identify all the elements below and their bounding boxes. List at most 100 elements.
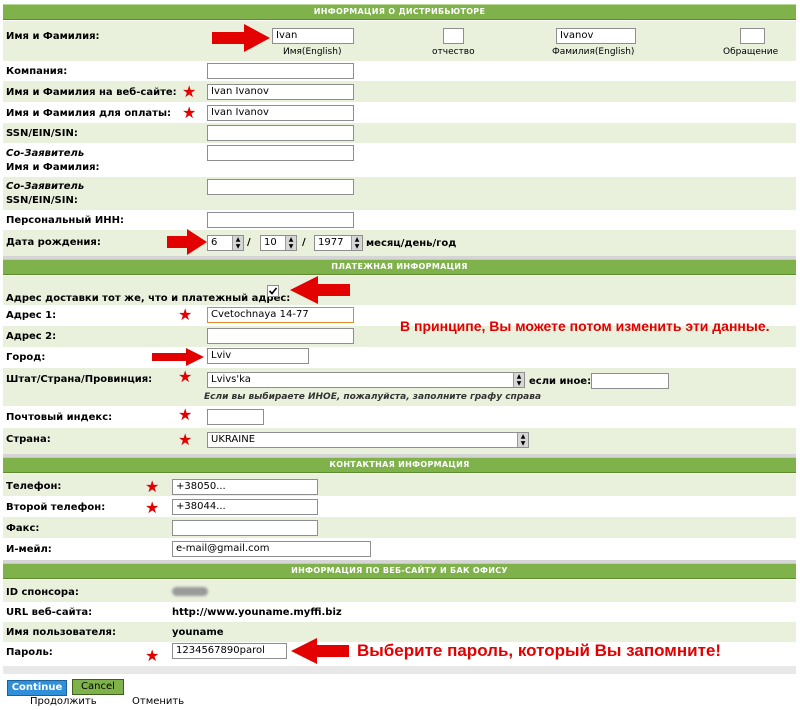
fax-label: Факс: [6,523,40,534]
red-arrow-right-icon [212,24,270,52]
dob-day-value: 10 [264,237,277,248]
registration-form: ИНФОРМАЦИЯ О ДИСТРИБЬЮТОРЕ Имя и Фамилия… [0,0,800,710]
row-coapp-ssn [3,177,796,210]
email-label: И-мейл: [6,544,52,555]
coapp-ssn-label-line2: SSN/EIN/SIN: [6,195,78,206]
required-star-icon: ★ [145,646,160,665]
last-name-sub-label: Фамилия(English) [552,47,635,57]
state-select[interactable]: Lvivs'ka ▲ ▼ [207,372,525,388]
last-name-input[interactable]: Ivanov [556,28,636,44]
country-value: UKRAINE [211,434,256,445]
fax-input[interactable] [172,520,318,536]
coapp-ssn-label-line1: Со-Заявитель [6,181,85,192]
row-company [3,61,796,81]
city-input[interactable]: Lviv [207,348,309,364]
phone-input[interactable]: +38050... [172,479,318,495]
spinner-arrows-icon: ▲ ▼ [285,236,296,250]
zip-input[interactable] [207,409,264,425]
row-sponsor [3,580,796,602]
first-name-sub-label: Имя(English) [283,47,342,57]
password-input[interactable]: 1234567890parol [172,643,287,659]
checkmark-icon [268,287,278,295]
coapp-name-input[interactable] [207,145,354,161]
row-username [3,622,796,642]
address1-input[interactable]: Cvetochnaya 14-77 [207,307,354,323]
payment-name-input[interactable]: Ivan Ivanov [207,105,354,121]
title-sub-label: Обращение [723,47,779,57]
dob-label: Дата рождения: [6,237,101,248]
username-label: Имя пользователя: [6,627,116,638]
same-address-label: Адрес доставки тот же, что и платежный а… [6,293,291,304]
section-header-payment: ПЛАТЕЖНАЯ ИНФОРМАЦИЯ [3,259,796,275]
same-address-checkbox[interactable] [267,285,279,297]
country-select[interactable]: UKRAINE ▲ ▼ [207,432,529,448]
dob-month-value: 6 [211,237,218,248]
continue-button[interactable]: Continue [7,680,67,696]
phone2-label: Второй телефон: [6,502,106,513]
dob-separator: / [302,237,306,248]
red-arrow-right-icon [152,348,204,366]
name-label: Имя и Фамилия: [6,31,100,42]
row-ssn [3,123,796,143]
title-input[interactable] [740,28,765,44]
inn-input[interactable] [207,212,354,228]
coapp-name-label-line2: Имя и Фамилия: [6,162,100,173]
patronymic-sub-label: отчество [432,47,475,57]
red-arrow-left-icon [290,276,350,304]
spinner-arrows-icon: ▲ ▼ [232,236,243,250]
required-star-icon: ★ [182,103,197,122]
password-note: Выберите пароль, который Вы запомните! [357,641,722,660]
other-input[interactable] [591,373,669,389]
inn-label: Персональный ИНН: [6,215,124,226]
required-star-icon: ★ [178,367,193,386]
patronymic-input[interactable] [443,28,464,44]
phone2-input[interactable]: +38044... [172,499,318,515]
website-name-label: Имя и Фамилия на веб-сайте: [6,87,177,98]
state-value: Lvivs'ka [211,374,251,385]
dob-day-select[interactable]: 10 ▲ ▼ [260,235,297,251]
spinner-arrows-icon: ▲ ▼ [351,236,362,250]
required-star-icon: ★ [178,430,193,449]
sponsor-label: ID спонсора: [6,587,79,598]
zip-label: Почтовый индекс: [6,412,113,423]
dob-format-hint: месяц/день/год [366,238,457,249]
dob-year-select[interactable]: 1977 ▲ ▼ [314,235,363,251]
sponsor-id-blurred [172,587,208,596]
country-label: Страна: [6,434,51,445]
row-url [3,602,796,622]
row-name [3,21,796,61]
first-name-input[interactable]: Ivan [272,28,354,44]
ssn-label: SSN/EIN/SIN: [6,128,78,139]
address1-label: Адрес 1: [6,310,57,321]
email-input[interactable]: e-mail@gmail.com [172,541,371,557]
coapp-name-label-line1: Со-Заявитель [6,148,85,159]
company-label: Компания: [6,66,68,77]
required-star-icon: ★ [178,305,193,324]
required-star-icon: ★ [178,405,193,424]
required-star-icon: ★ [145,477,160,496]
url-label: URL веб-сайта: [6,607,93,618]
company-input[interactable] [207,63,354,79]
red-arrow-left-icon [291,638,349,664]
cancel-button[interactable]: Cancel [72,679,124,695]
continue-caption: Продолжить [30,696,97,707]
dob-year-value: 1977 [318,237,344,248]
website-name-input[interactable]: Ivan Ivanov [207,84,354,100]
ssn-input[interactable] [207,125,354,141]
spinner-arrows-icon: ▲ ▼ [513,373,524,387]
row-coapp-name [3,143,796,177]
row-email [3,538,796,560]
other-label: если иное: [529,376,592,387]
section-header-distributor: ИНФОРМАЦИЯ О ДИСТРИБЬЮТОРЕ [3,4,796,20]
other-hint: Если вы выбираете ИНОЕ, пожалуйста, запо… [204,392,542,402]
address2-input[interactable] [207,328,354,344]
row-city [3,347,796,368]
row-zip [3,406,796,428]
coapp-ssn-input[interactable] [207,179,354,195]
row-fax [3,517,796,538]
dob-month-select[interactable]: 6 ▲ ▼ [207,235,244,251]
required-star-icon: ★ [182,82,197,101]
address2-label: Адрес 2: [6,331,57,342]
cancel-caption: Отменить [132,696,185,707]
state-label: Штат/Страна/Провинция: [6,374,153,385]
